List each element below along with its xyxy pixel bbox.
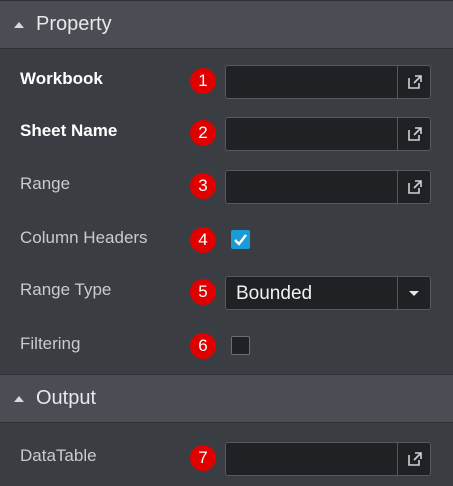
row-column-headers: Column Headers 4 xyxy=(0,214,453,266)
workbook-label: Workbook xyxy=(20,69,103,88)
properties-panel: Property Workbook 1 Sheet Name 2 Range 3 xyxy=(0,0,453,486)
property-section-header[interactable]: Property xyxy=(0,0,453,49)
sheet-name-label: Sheet Name xyxy=(20,121,118,140)
step-badge: 1 xyxy=(190,68,216,94)
workbook-field[interactable] xyxy=(225,65,431,99)
step-badge: 3 xyxy=(190,173,216,199)
chevron-down-icon[interactable] xyxy=(409,291,419,296)
caret-up-icon[interactable] xyxy=(14,21,24,28)
select-separator xyxy=(397,277,398,309)
section-title: Property xyxy=(36,13,112,35)
open-external-icon[interactable] xyxy=(407,126,423,142)
range-type-select[interactable]: Bounded xyxy=(225,276,431,310)
row-sheet-name: Sheet Name 2 xyxy=(0,107,453,159)
step-badge: 4 xyxy=(190,227,216,253)
field-separator xyxy=(397,443,398,475)
field-separator xyxy=(397,66,398,98)
range-type-value: Bounded xyxy=(236,283,313,304)
datatable-field[interactable] xyxy=(225,442,431,476)
field-separator xyxy=(397,171,398,203)
column-headers-checkbox[interactable] xyxy=(231,230,250,249)
step-badge: 2 xyxy=(190,120,216,146)
row-range: Range 3 xyxy=(0,160,453,212)
range-field[interactable] xyxy=(225,170,431,204)
caret-up-icon[interactable] xyxy=(14,395,24,402)
filtering-label: Filtering xyxy=(20,334,81,353)
open-external-icon[interactable] xyxy=(407,451,423,467)
row-workbook: Workbook 1 xyxy=(0,55,453,107)
range-type-label: Range Type xyxy=(20,280,112,299)
datatable-label: DataTable xyxy=(20,446,97,465)
row-filtering: Filtering 6 xyxy=(0,320,453,372)
sheet-name-field[interactable] xyxy=(225,117,431,151)
step-badge: 7 xyxy=(190,445,216,471)
step-badge: 6 xyxy=(190,333,216,359)
open-external-icon[interactable] xyxy=(407,179,423,195)
check-icon xyxy=(234,234,247,246)
output-section-header[interactable]: Output xyxy=(0,374,453,423)
filtering-checkbox[interactable] xyxy=(231,336,250,355)
field-separator xyxy=(397,118,398,150)
step-badge: 5 xyxy=(190,279,216,305)
open-external-icon[interactable] xyxy=(407,74,423,90)
section-title: Output xyxy=(36,387,97,409)
row-range-type: Range Type 5 Bounded xyxy=(0,266,453,318)
row-datatable: DataTable 7 xyxy=(0,432,453,484)
column-headers-label: Column Headers xyxy=(20,228,148,247)
range-label: Range xyxy=(20,174,71,193)
